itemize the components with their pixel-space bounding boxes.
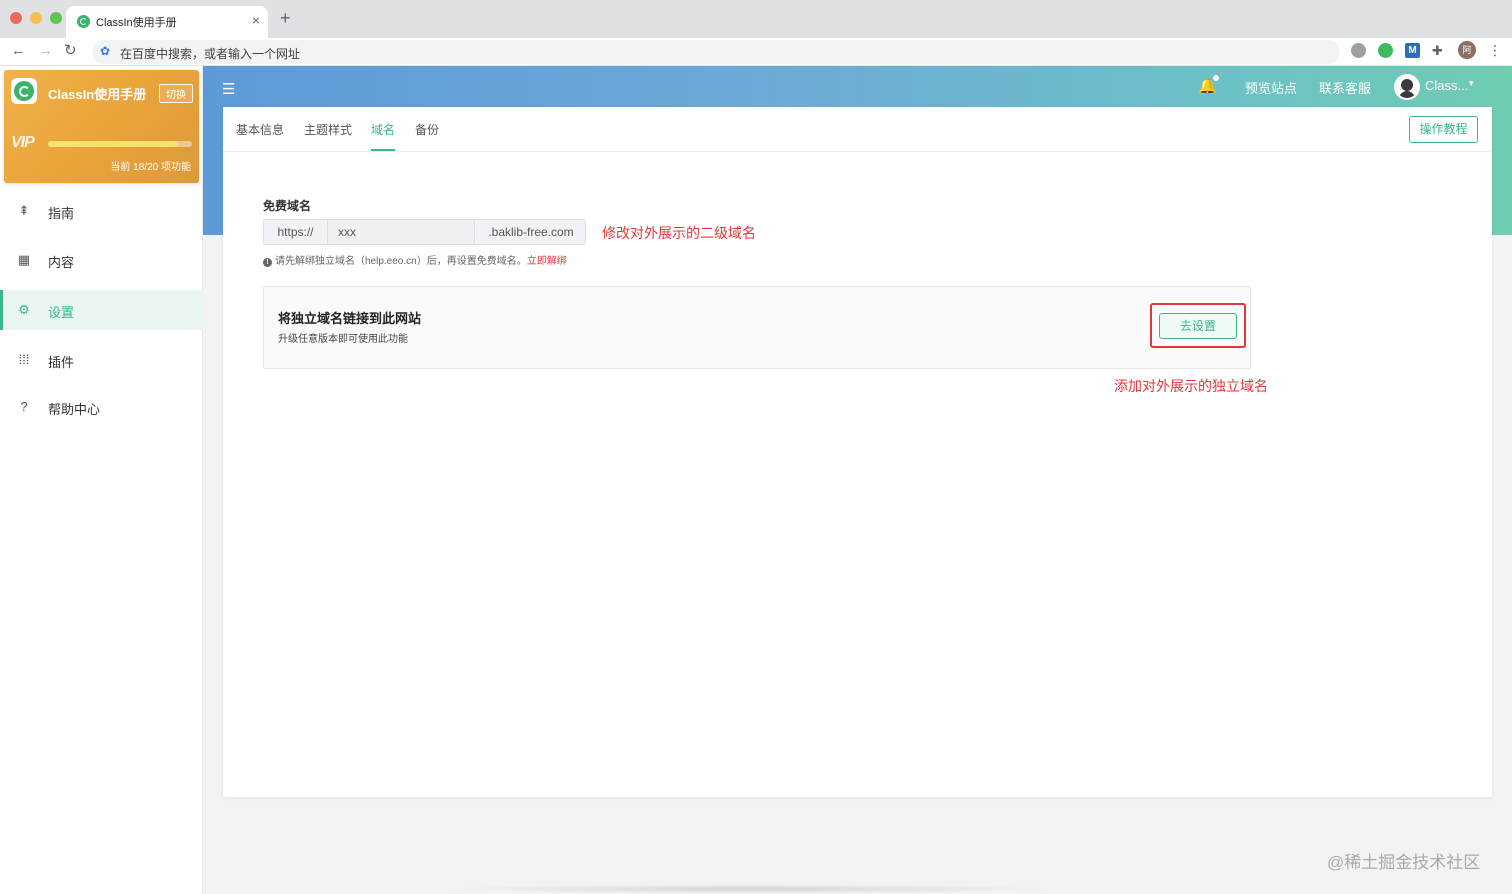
new-tab-button[interactable]: + [280, 9, 291, 27]
custom-domain-box: 将独立域名链接到此网站 升级任意版本即可使用此功能 去设置 [263, 286, 1251, 369]
go-settings-button[interactable]: 去设置 [1159, 313, 1237, 339]
tab-basic-info[interactable]: 基本信息 [236, 121, 284, 138]
subdomain-input[interactable] [328, 220, 474, 244]
m-icon[interactable]: M [1405, 43, 1420, 58]
usage-progress-bar [48, 141, 192, 147]
apps-icon: ⁞⁞⁞ [18, 352, 30, 367]
settings-tabs: 基本信息 主题样式 域名 备份 操作教程 [223, 107, 1492, 152]
sidebar-item-label: 内容 [48, 255, 75, 270]
sidebar-item-help[interactable]: ? 帮助中心 [0, 387, 203, 427]
tab-backup[interactable]: 备份 [415, 121, 439, 138]
free-domain-field: https:// .baklib-free.com [263, 219, 586, 245]
site-title: ClassIn使用手册 [48, 87, 147, 102]
sidebar-item-content[interactable]: ▦ 内容 [0, 240, 203, 280]
info-icon: ! [263, 258, 272, 267]
chevron-down-icon[interactable]: ▾ [1469, 78, 1474, 89]
forward-arrow-icon[interactable]: → [38, 41, 53, 61]
grid-icon: ▦ [17, 252, 31, 267]
guide-icon: ⇞ [18, 203, 30, 218]
switch-site-button[interactable]: 切换 [159, 84, 193, 103]
window-zoom-button[interactable] [50, 12, 62, 24]
sidebar-item-plugins[interactable]: ⁞⁞⁞ 插件 [0, 340, 203, 380]
check-icon[interactable] [1378, 43, 1393, 58]
sidebar: ClassIn使用手册 切换 VIP 当前 18/20 项功能 ⇞ 指南 ▦ 内… [0, 66, 203, 894]
domain-suffix: .baklib-free.com [474, 220, 585, 244]
custom-domain-subtitle: 升级任意版本即可使用此功能 [278, 334, 408, 345]
tutorial-button[interactable]: 操作教程 [1409, 116, 1478, 143]
sidebar-item-settings[interactable]: ⚙ 设置 [0, 290, 203, 330]
free-domain-hint: ! 请先解绑独立域名（help.eeo.cn）后，再设置免费域名。立即解绑 [263, 252, 567, 267]
preview-site-link[interactable]: 预览站点 [1245, 78, 1297, 97]
puzzle-icon[interactable]: ✚ [1432, 43, 1447, 58]
gear-icon: ⚙ [18, 302, 30, 317]
watermark: @稀土掘金技术社区 [1327, 853, 1481, 872]
custom-domain-title: 将独立域名链接到此网站 [278, 311, 422, 326]
free-domain-label: 免费域名 [263, 199, 312, 213]
window-close-button[interactable] [10, 12, 22, 24]
domain-prefix: https:// [264, 220, 328, 244]
window-minimize-button[interactable] [30, 12, 42, 24]
tab-title: ClassIn使用手册 [96, 17, 177, 29]
address-bar[interactable]: ✿ 在百度中搜索，或者输入一个网址 [92, 40, 1340, 64]
sidebar-item-guide[interactable]: ⇞ 指南 [0, 191, 203, 231]
browser-menu-icon[interactable]: ⋮ [1488, 42, 1502, 59]
address-bar-placeholder: 在百度中搜索，或者输入一个网址 [120, 47, 301, 61]
menu-toggle-icon[interactable]: ☰ [222, 80, 235, 98]
browser-toolbar: ← → ↻ ✿ 在百度中搜索，或者输入一个网址 M ✚ 阿 ⋮ [0, 38, 1512, 66]
avatar[interactable] [1394, 74, 1420, 100]
help-icon: ? [20, 399, 28, 414]
sidebar-item-label: 插件 [48, 355, 75, 370]
bottom-shadow [440, 884, 1060, 894]
settings-panel: 基本信息 主题样式 域名 备份 操作教程 免费域名 https:// .bakl… [223, 107, 1492, 797]
sidebar-item-label: 帮助中心 [48, 402, 101, 417]
classin-logo-icon [11, 78, 37, 104]
reload-icon[interactable]: ↻ [64, 41, 77, 61]
contact-support-link[interactable]: 联系客服 [1319, 78, 1371, 97]
hint-text: 请先解绑独立域名（help.eeo.cn）后，再设置免费域名。 [275, 256, 527, 267]
annotation-custom-domain: 添加对外展示的独立域名 [1114, 378, 1268, 394]
tab-theme[interactable]: 主题样式 [304, 121, 352, 138]
sidebar-item-label: 设置 [48, 305, 75, 320]
classin-favicon-icon [77, 15, 90, 28]
unbind-now-link[interactable]: 立即解绑 [527, 256, 567, 267]
usage-progress-fill [48, 141, 178, 147]
sidebar-item-label: 指南 [48, 206, 75, 221]
baidu-search-icon: ✿ [100, 44, 111, 58]
close-tab-icon[interactable]: × [252, 12, 260, 28]
user-menu[interactable]: Class... [1425, 78, 1468, 93]
notification-dot [1213, 75, 1219, 81]
back-arrow-icon[interactable]: ← [11, 41, 26, 61]
vip-badge: VIP [11, 134, 35, 151]
usage-count: 当前 18/20 项功能 [110, 162, 191, 173]
site-card: ClassIn使用手册 切换 VIP 当前 18/20 项功能 [4, 70, 199, 183]
browser-tab[interactable]: ClassIn使用手册 × [66, 6, 268, 38]
profile-icon[interactable]: 阿 [1458, 41, 1476, 59]
globe-icon[interactable] [1351, 43, 1366, 58]
browser-tab-bar: ClassIn使用手册 × + [0, 0, 1512, 38]
tab-domain[interactable]: 域名 [371, 121, 396, 151]
app-root: ClassIn使用手册 切换 VIP 当前 18/20 项功能 ⇞ 指南 ▦ 内… [0, 66, 1512, 894]
annotation-subdomain: 修改对外展示的二级域名 [602, 225, 756, 241]
